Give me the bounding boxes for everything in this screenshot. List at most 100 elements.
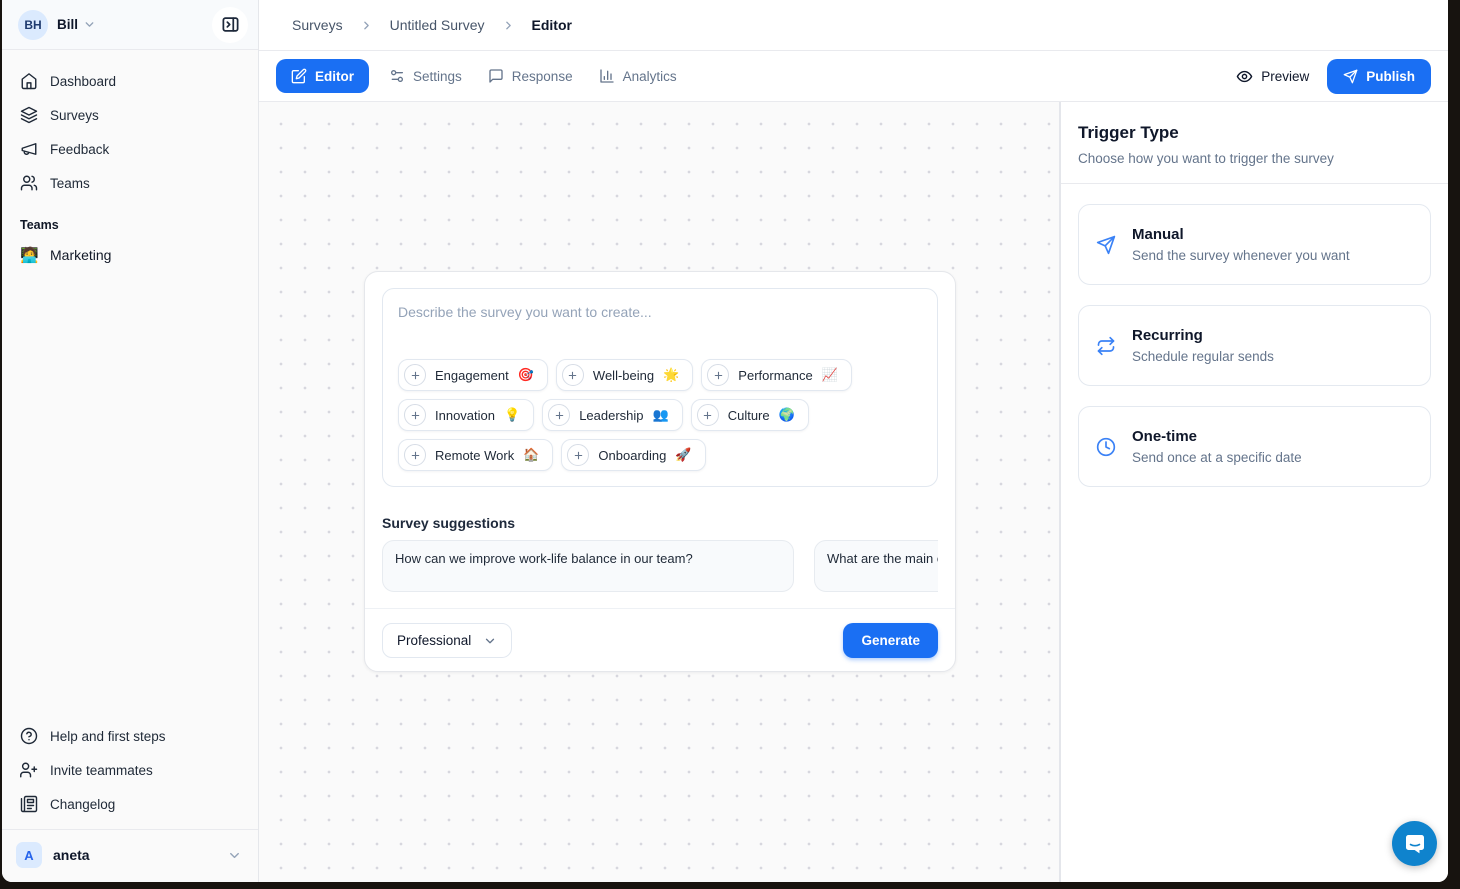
user-plus-icon	[20, 761, 38, 779]
sidebar-item-dashboard[interactable]: Dashboard	[10, 64, 250, 98]
user-name: aneta	[53, 847, 90, 863]
topic-chip-engagement[interactable]: Engagement 🎯	[398, 359, 548, 391]
app-window: BH Bill Dashboard Surv	[2, 0, 1448, 882]
publish-label: Publish	[1366, 69, 1415, 84]
bulb-emoji-icon: 💡	[504, 407, 520, 423]
sidebar-item-surveys[interactable]: Surveys	[10, 98, 250, 132]
users-icon	[20, 174, 38, 192]
clock-icon	[1096, 437, 1116, 457]
suggestions-row: How can we improve work-life balance in …	[382, 540, 938, 592]
sidebar-item-label: Dashboard	[50, 74, 116, 89]
chevron-down-icon[interactable]	[227, 848, 242, 863]
trigger-option-manual[interactable]: Manual Send the survey whenever you want	[1078, 204, 1431, 285]
chip-label: Leadership	[579, 408, 643, 423]
globe-emoji-icon: 🌍	[779, 407, 795, 423]
trigger-option-one-time[interactable]: One-time Send once at a specific date	[1078, 406, 1431, 487]
dart-emoji-icon: 🎯	[518, 367, 534, 383]
survey-prompt-input[interactable]: Describe the survey you want to create..…	[382, 288, 938, 487]
topic-chip-innovation[interactable]: Innovation 💡	[398, 399, 534, 431]
chip-label: Innovation	[435, 408, 495, 423]
topic-chip-remote-work[interactable]: Remote Work 🏠	[398, 439, 553, 471]
user-avatar: A	[16, 842, 42, 868]
suggestion-card[interactable]: What are the main ob	[814, 540, 938, 592]
sidebar-item-feedback[interactable]: Feedback	[10, 132, 250, 166]
chevron-down-icon	[83, 18, 96, 31]
tab-label: Analytics	[623, 69, 677, 84]
workspace-switcher[interactable]: BH Bill	[2, 0, 258, 50]
technologist-emoji-icon: 🧑‍💻	[20, 246, 38, 264]
star-emoji-icon: 🌟	[663, 367, 679, 383]
sidebar-item-label: Teams	[50, 176, 90, 191]
breadcrumb-untitled-survey[interactable]: Untitled Survey	[390, 17, 485, 33]
chat-launcher-button[interactable]	[1392, 821, 1437, 866]
topic-chip-leadership[interactable]: Leadership 👥	[542, 399, 683, 431]
preview-label: Preview	[1261, 69, 1309, 84]
chip-label: Onboarding	[598, 448, 666, 463]
chevron-right-icon	[502, 19, 515, 32]
tone-value: Professional	[397, 633, 471, 648]
sidebar-item-label: Help and first steps	[50, 729, 166, 744]
trigger-option-recurring[interactable]: Recurring Schedule regular sends	[1078, 305, 1431, 386]
chevron-right-icon	[360, 19, 373, 32]
suggestion-card[interactable]: How can we improve work-life balance in …	[382, 540, 794, 592]
sidebar-item-label: Invite teammates	[50, 763, 153, 778]
topic-chip-wellbeing[interactable]: Well-being 🌟	[556, 359, 693, 391]
layers-icon	[20, 106, 38, 124]
house-emoji-icon: 🏠	[523, 447, 539, 463]
busts-emoji-icon: 👥	[653, 407, 669, 423]
toolbar-actions: Preview Publish	[1236, 59, 1431, 94]
sidebar-item-invite[interactable]: Invite teammates	[10, 753, 250, 787]
tab-editor[interactable]: Editor	[276, 59, 369, 93]
sidebar-item-changelog[interactable]: Changelog	[10, 787, 250, 821]
panel-title: Trigger Type	[1078, 123, 1431, 143]
megaphone-icon	[20, 140, 38, 158]
generate-button[interactable]: Generate	[843, 623, 938, 658]
help-circle-icon	[20, 727, 38, 745]
breadcrumb: Surveys Untitled Survey Editor	[259, 0, 1448, 51]
send-icon	[1096, 235, 1116, 255]
trigger-option-description: Send once at a specific date	[1132, 450, 1302, 465]
rocket-emoji-icon: 🚀	[675, 447, 691, 463]
team-name: Marketing	[50, 247, 111, 263]
plus-icon	[567, 444, 589, 466]
trigger-type-panel: Trigger Type Choose how you want to trig…	[1061, 102, 1448, 882]
tab-response[interactable]: Response	[488, 68, 573, 84]
sidebar-item-teams[interactable]: Teams	[10, 166, 250, 200]
tone-select[interactable]: Professional	[382, 623, 512, 658]
bar-chart-icon	[599, 68, 615, 84]
topic-chip-performance[interactable]: Performance 📈	[701, 359, 852, 391]
pen-square-icon	[291, 68, 307, 84]
topic-chip-onboarding[interactable]: Onboarding 🚀	[561, 439, 705, 471]
trigger-option-description: Schedule regular sends	[1132, 349, 1274, 364]
tab-analytics[interactable]: Analytics	[599, 68, 677, 84]
sidebar-footer: Help and first steps Invite teammates Ch…	[2, 713, 258, 821]
sidebar: BH Bill Dashboard Surv	[2, 0, 259, 882]
sidebar-collapse-button[interactable]	[212, 7, 248, 43]
chip-label: Remote Work	[435, 448, 514, 463]
sidebar-item-help[interactable]: Help and first steps	[10, 719, 250, 753]
eye-icon	[1236, 68, 1253, 85]
preview-button[interactable]: Preview	[1236, 68, 1309, 85]
user-menu[interactable]: A aneta	[2, 829, 258, 882]
tab-label: Settings	[413, 69, 462, 84]
composer-footer: Professional Generate	[365, 608, 955, 671]
send-icon	[1343, 69, 1358, 84]
chip-label: Performance	[738, 368, 812, 383]
sidebar-nav: Dashboard Surveys Feedback Teams	[2, 50, 258, 200]
sidebar-item-label: Changelog	[50, 797, 115, 812]
newspaper-icon	[20, 795, 38, 813]
prompt-placeholder: Describe the survey you want to create..…	[398, 304, 922, 320]
suggestions-heading: Survey suggestions	[382, 515, 938, 531]
editor-canvas[interactable]: Describe the survey you want to create..…	[259, 102, 1061, 882]
chip-label: Culture	[728, 408, 770, 423]
tab-settings[interactable]: Settings	[389, 68, 462, 84]
plus-icon	[562, 364, 584, 386]
teams-section-label: Teams	[2, 200, 258, 238]
tab-label: Editor	[315, 69, 354, 84]
plus-icon	[404, 444, 426, 466]
breadcrumb-surveys[interactable]: Surveys	[292, 17, 343, 33]
topic-chip-culture[interactable]: Culture 🌍	[691, 399, 809, 431]
publish-button[interactable]: Publish	[1327, 59, 1431, 94]
sidebar-item-marketing[interactable]: 🧑‍💻 Marketing	[2, 238, 258, 272]
plus-icon	[707, 364, 729, 386]
